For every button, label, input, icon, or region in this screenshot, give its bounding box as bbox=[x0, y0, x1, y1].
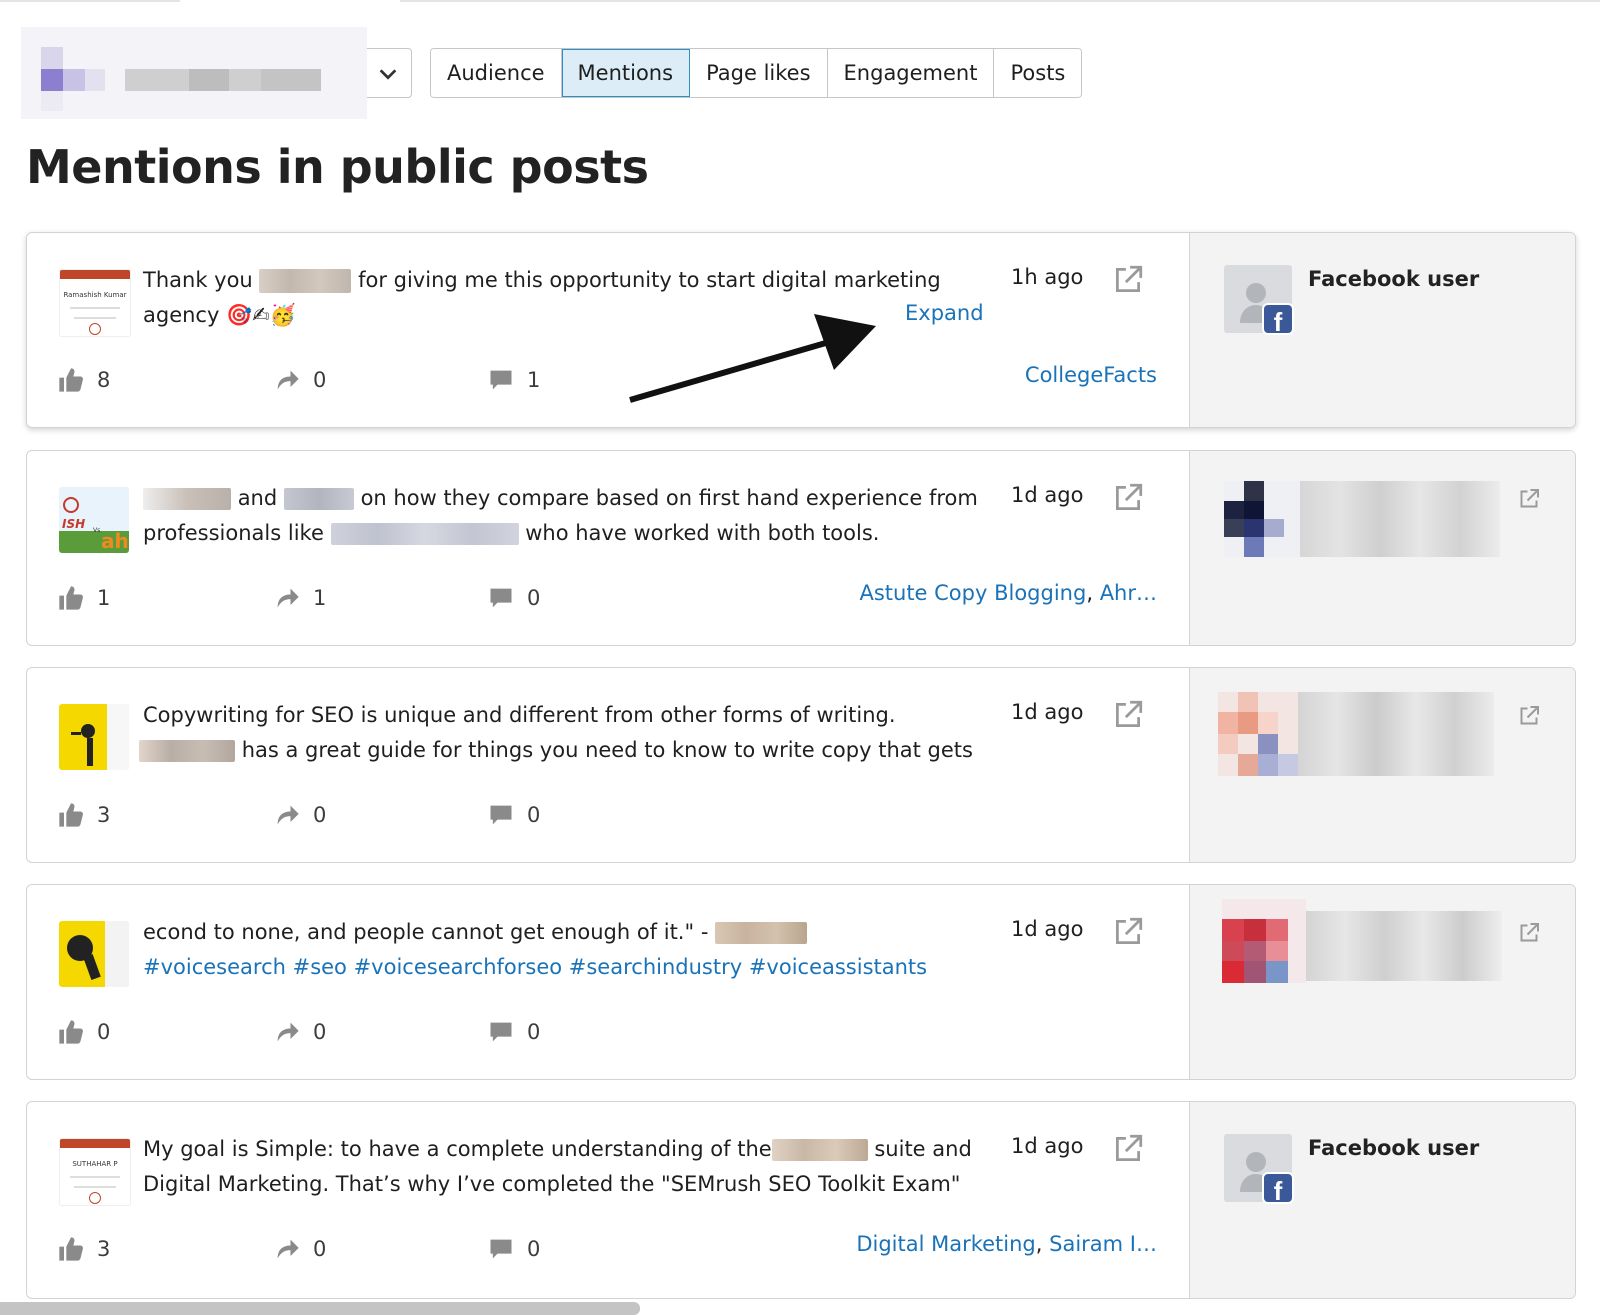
open-external-icon[interactable] bbox=[1111, 1132, 1145, 1166]
comment-icon bbox=[487, 801, 515, 829]
author-name[interactable]: Facebook user bbox=[1308, 267, 1479, 291]
open-external-icon[interactable] bbox=[1517, 921, 1541, 945]
likes-count: 0 bbox=[57, 1015, 110, 1049]
account-name-redacted bbox=[21, 27, 367, 119]
post-thumbnail: SUTHAHAR P bbox=[59, 1138, 131, 1206]
shares-count: 0 bbox=[273, 363, 326, 397]
likes-count: 8 bbox=[57, 363, 110, 397]
mention-card: econd to none, and people cannot get eno… bbox=[26, 884, 1576, 1080]
open-external-icon[interactable] bbox=[1111, 915, 1145, 949]
comments-count: 0 bbox=[487, 1232, 540, 1266]
tab-audience[interactable]: Audience bbox=[431, 49, 562, 97]
shares-count: 0 bbox=[273, 1232, 326, 1266]
share-icon bbox=[273, 366, 301, 394]
post-thumbnail bbox=[59, 921, 129, 987]
post-tags: Digital Marketing, Sairam I… bbox=[856, 1232, 1157, 1256]
post-time: 1h ago bbox=[1011, 265, 1084, 289]
post-time: 1d ago bbox=[1011, 1134, 1084, 1158]
shares-count: 0 bbox=[273, 1015, 326, 1049]
share-icon bbox=[273, 1018, 301, 1046]
post-thumbnail bbox=[59, 704, 129, 770]
tab-page-likes[interactable]: Page likes bbox=[690, 49, 828, 97]
post-text: My goal is Simple: to have a complete un… bbox=[143, 1137, 972, 1196]
thumbs-up-icon bbox=[57, 584, 85, 612]
top-border bbox=[0, 0, 1600, 2]
tag-link[interactable]: Sairam I… bbox=[1049, 1232, 1157, 1256]
author-panel bbox=[1189, 885, 1575, 1079]
comment-icon bbox=[487, 1235, 515, 1263]
post-text: Copywriting for SEO is unique and differ… bbox=[139, 698, 983, 768]
comments-count: 1 bbox=[487, 363, 540, 397]
open-external-icon[interactable] bbox=[1111, 698, 1145, 732]
open-external-icon[interactable] bbox=[1517, 487, 1541, 511]
comment-icon bbox=[487, 584, 515, 612]
tag-link[interactable]: Ahr… bbox=[1100, 581, 1157, 605]
likes-count: 1 bbox=[57, 581, 110, 615]
share-icon bbox=[273, 584, 301, 612]
post-thumbnail: ISH Vs ah bbox=[59, 487, 129, 553]
hashtags[interactable]: #voicesearch #seo #voicesearchforseo #se… bbox=[143, 955, 927, 979]
mention-card: Copywriting for SEO is unique and differ… bbox=[26, 667, 1576, 863]
post-text: econd to none, and people cannot get eno… bbox=[143, 920, 928, 979]
account-selector[interactable] bbox=[21, 27, 412, 119]
chevron-down-icon[interactable] bbox=[377, 63, 399, 85]
tag-link[interactable]: Astute Copy Blogging bbox=[859, 581, 1086, 605]
likes-count: 3 bbox=[57, 1232, 110, 1266]
author-name[interactable]: Facebook user bbox=[1308, 1136, 1479, 1160]
avatar[interactable] bbox=[1222, 899, 1306, 983]
author-panel bbox=[1189, 451, 1575, 645]
post-tags: Astute Copy Blogging, Ahr… bbox=[859, 581, 1157, 605]
post-tags: CollegeFacts bbox=[1025, 363, 1157, 387]
likes-count: 3 bbox=[57, 798, 110, 832]
tab-mentions[interactable]: Mentions bbox=[561, 49, 691, 97]
horizontal-scrollbar[interactable] bbox=[0, 1302, 640, 1315]
open-external-icon[interactable] bbox=[1111, 263, 1145, 297]
open-external-icon[interactable] bbox=[1517, 704, 1541, 728]
post-text: and on how they compare based on first h… bbox=[143, 486, 978, 545]
mention-card: SUTHAHAR P My goal is Simple: to have a … bbox=[26, 1101, 1576, 1299]
author-panel: f Facebook user bbox=[1189, 1102, 1575, 1298]
comments-count: 0 bbox=[487, 581, 540, 615]
shares-count: 0 bbox=[273, 798, 326, 832]
annotation-arrow bbox=[629, 314, 876, 403]
post-thumbnail: Ramashish Kumar bbox=[59, 269, 131, 337]
share-icon bbox=[273, 1235, 301, 1263]
tab-engagement[interactable]: Engagement bbox=[827, 49, 995, 97]
post-time: 1d ago bbox=[1011, 483, 1084, 507]
facebook-icon: f bbox=[1262, 1172, 1294, 1206]
tab-bar: Audience Mentions Page likes Engagement … bbox=[430, 48, 1083, 98]
author-name-redacted bbox=[1298, 692, 1494, 776]
thumbs-up-icon bbox=[57, 1018, 85, 1046]
comments-count: 0 bbox=[487, 1015, 540, 1049]
thumbs-up-icon bbox=[57, 366, 85, 394]
post-time: 1d ago bbox=[1011, 917, 1084, 941]
tag-link[interactable]: Digital Marketing bbox=[856, 1232, 1035, 1256]
facebook-icon: f bbox=[1262, 303, 1294, 337]
author-name-redacted bbox=[1300, 481, 1500, 557]
comment-icon bbox=[487, 366, 515, 394]
share-icon bbox=[273, 801, 301, 829]
expand-link[interactable]: Expand bbox=[905, 301, 984, 325]
avatar[interactable] bbox=[1224, 481, 1308, 557]
mention-card: ISH Vs ah and on how they compare based … bbox=[26, 450, 1576, 646]
avatar[interactable] bbox=[1218, 692, 1302, 776]
thumbs-up-icon bbox=[57, 801, 85, 829]
tag-link[interactable]: CollegeFacts bbox=[1025, 363, 1157, 387]
comment-icon bbox=[487, 1018, 515, 1046]
open-external-icon[interactable] bbox=[1111, 481, 1145, 515]
tab-posts[interactable]: Posts bbox=[994, 49, 1082, 97]
comments-count: 0 bbox=[487, 798, 540, 832]
post-time: 1d ago bbox=[1011, 700, 1084, 724]
page-title: Mentions in public posts bbox=[26, 140, 649, 194]
author-panel bbox=[1189, 668, 1575, 862]
author-name-redacted bbox=[1306, 911, 1502, 981]
shares-count: 1 bbox=[273, 581, 326, 615]
thumbs-up-icon bbox=[57, 1235, 85, 1263]
author-panel: f Facebook user bbox=[1189, 233, 1575, 427]
